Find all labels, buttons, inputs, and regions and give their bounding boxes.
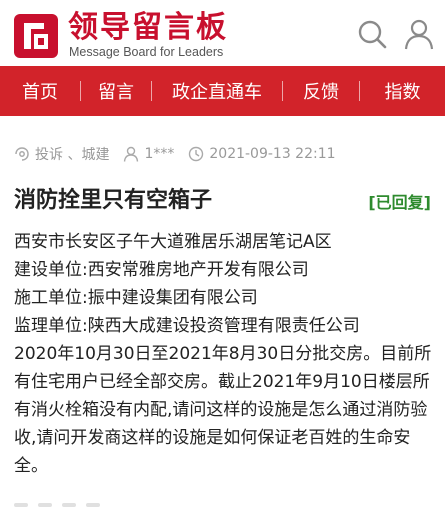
nav-item-home[interactable]: 首页 <box>0 66 80 116</box>
message-line: 施工单位:振中建设集团有限公司 <box>14 288 258 308</box>
message-meta: 投诉 、城建 1*** 2021-09-13 22:11 <box>14 144 336 164</box>
message-line: 监理单位:陕西大成建设投资管理有限责任公司 <box>14 316 360 336</box>
page-continuation-indicator <box>14 500 124 509</box>
site-subtitle: Message Board for Leaders <box>69 45 224 59</box>
main-nav: 首页 留言 政企直通车 反馈 指数 <box>0 66 445 116</box>
nav-item-messages[interactable]: 留言 <box>81 66 151 116</box>
site-header: 领导留言板 Message Board for Leaders <box>0 0 445 66</box>
clock-icon <box>189 146 204 162</box>
message-body: 西安市长安区子午大道雅居乐湖居笔记A区 建设单位:西安常雅房地产开发有限公司 施… <box>14 228 434 480</box>
author-icon <box>124 146 139 162</box>
message-line: 建设单位:西安常雅房地产开发有限公司 <box>14 260 309 280</box>
nav-item-index[interactable]: 指数 <box>360 66 445 116</box>
leaders-board-logo-icon[interactable] <box>14 14 58 58</box>
message-paragraph: 2020年10月30日至2021年8月30日分批交房。目前所有住宅用户已经全部交… <box>14 344 432 476</box>
tag-icon <box>15 147 29 161</box>
message-category[interactable]: 投诉 、城建 <box>35 144 109 164</box>
site-title[interactable]: 领导留言板 <box>68 12 228 44</box>
search-icon[interactable] <box>356 18 388 50</box>
status-badge: [已回复] <box>368 193 431 212</box>
nav-item-feedback[interactable]: 反馈 <box>283 66 359 116</box>
nav-item-gov-business[interactable]: 政企直通车 <box>152 66 282 116</box>
message-line: 西安市长安区子午大道雅居乐湖居笔记A区 <box>14 232 332 252</box>
message-author: 1*** <box>144 146 175 162</box>
message-title: 消防拴里只有空箱子 <box>14 188 213 213</box>
message-datetime: 2021-09-13 22:11 <box>209 146 336 162</box>
user-icon[interactable] <box>403 18 435 50</box>
